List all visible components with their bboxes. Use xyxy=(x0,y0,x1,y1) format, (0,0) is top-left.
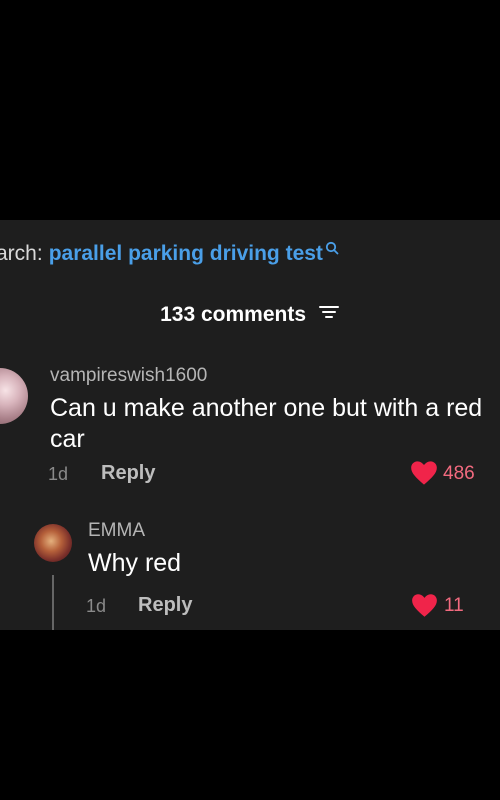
search-suggestion[interactable]: arch: parallel parking driving test xyxy=(0,240,500,268)
reply-button[interactable]: Reply xyxy=(101,462,155,485)
avatar[interactable] xyxy=(0,368,28,424)
avatar[interactable] xyxy=(34,524,72,562)
search-prefix: arch: xyxy=(0,242,43,265)
heart-icon[interactable] xyxy=(411,593,438,623)
reply-button[interactable]: Reply xyxy=(138,594,192,617)
comment-time: 1d xyxy=(86,596,107,616)
comments-count-label: 133 comments xyxy=(160,303,307,326)
heart-icon[interactable] xyxy=(410,460,438,491)
comment-time: 1d xyxy=(48,464,69,484)
thread-line xyxy=(52,575,54,630)
like-count: 11 xyxy=(444,595,464,616)
comment-username[interactable]: EMMA xyxy=(88,520,145,542)
search-icon[interactable] xyxy=(325,237,339,261)
comments-panel: arch: parallel parking driving test 133 … xyxy=(0,220,500,630)
comment-text: Why red xyxy=(88,549,182,577)
sort-filter-icon[interactable] xyxy=(318,302,340,326)
like-count: 486 xyxy=(443,463,475,484)
comment-text: Can u make another one but with a red ca… xyxy=(50,394,483,453)
comments-count-header: 133 comments xyxy=(0,303,500,327)
comment-username[interactable]: vampireswish1600 xyxy=(50,365,207,387)
search-term-link[interactable]: parallel parking driving test xyxy=(49,242,323,266)
